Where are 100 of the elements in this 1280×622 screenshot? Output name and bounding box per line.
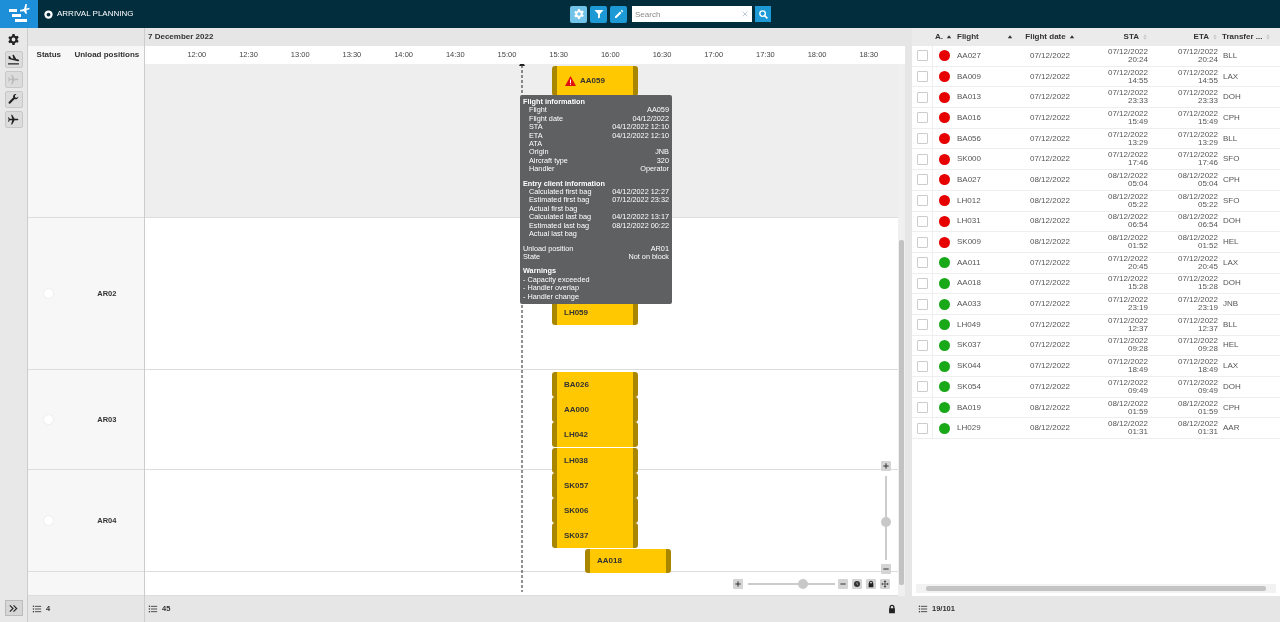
table-cell: 15:28 [1197, 283, 1218, 292]
table-cell: 18:49 [1197, 366, 1218, 375]
checkbox[interactable] [916, 339, 928, 351]
flight-bar[interactable]: LH042 [552, 422, 638, 447]
flight-bar[interactable]: BA026 [552, 372, 638, 397]
sidebar-tool-button[interactable] [4, 111, 23, 128]
search-icon [757, 8, 769, 20]
checkbox[interactable] [916, 153, 928, 165]
flight-bar[interactable]: LH038 [552, 448, 638, 473]
checkbox[interactable] [916, 422, 928, 434]
column-header[interactable]: A. [935, 31, 943, 43]
column-header[interactable]: Transfer ... [1222, 31, 1263, 43]
table-cell: 07/12/2022 [1107, 296, 1148, 305]
minus-icon [882, 565, 890, 573]
expand-button[interactable] [4, 600, 23, 616]
checkbox[interactable] [916, 195, 928, 207]
clock-icon [853, 580, 861, 588]
table-cell: 23:19 [1127, 304, 1148, 313]
flight-label: SK006 [564, 504, 589, 517]
table-cell: 08/12/2022 [1177, 192, 1218, 201]
column-header[interactable]: Flight [957, 31, 979, 43]
table-cell: 07/12/2022 [1177, 358, 1218, 367]
table-cell: 07/12/2022 [1177, 316, 1218, 325]
checkbox[interactable] [916, 71, 928, 83]
table-cell: LH029 [957, 423, 981, 433]
edit-button[interactable] [610, 5, 627, 23]
table-cell: 07/12/2022 [1029, 339, 1070, 352]
zoom-in-button[interactable] [733, 579, 743, 589]
column-header[interactable]: ETA [1193, 31, 1209, 43]
flight-bar[interactable]: AA000 [552, 397, 638, 422]
checkbox[interactable] [916, 215, 928, 227]
checkbox[interactable] [916, 277, 928, 289]
sidebar-tool-button[interactable] [4, 51, 23, 68]
table-cell: 07/12/2022 [1177, 275, 1218, 284]
table-cell: 07/12/2022 [1029, 360, 1070, 373]
slider-thumb[interactable] [797, 579, 808, 589]
flight-label: LH059 [564, 306, 588, 319]
table-cell: 08/12/2022 [1107, 192, 1148, 201]
table-cell: JNB [1223, 299, 1239, 309]
table-cell: 23:19 [1197, 304, 1218, 313]
column-header[interactable]: STA [1123, 31, 1139, 43]
move-button[interactable] [880, 579, 890, 589]
table-cell: DOH [1223, 381, 1241, 391]
table-cell: 07/12/2022 [1029, 380, 1070, 393]
table-cell: CPH [1223, 174, 1240, 184]
column-header[interactable]: Flight date [1025, 31, 1066, 43]
checkbox[interactable] [916, 319, 928, 331]
checkbox[interactable] [916, 402, 928, 414]
zoom-in-button[interactable] [881, 461, 891, 471]
table-cell: LAX [1223, 71, 1239, 81]
table-cell: 01:52 [1197, 242, 1218, 251]
lock-button[interactable] [866, 579, 876, 589]
table-cell: BA027 [957, 174, 982, 184]
flight-label: LH042 [564, 428, 588, 441]
gear-icon [572, 8, 585, 20]
checkbox[interactable] [916, 174, 928, 186]
date-label: 7 December 2022 [148, 31, 214, 43]
horizontal-scrollbar[interactable] [916, 584, 1276, 593]
checkbox[interactable] [916, 360, 928, 372]
table-cell: 08/12/2022 [1029, 215, 1070, 228]
flight-bar[interactable]: SK006 [552, 498, 638, 523]
table-cell: 07/12/2022 [1029, 91, 1070, 104]
checkbox[interactable] [916, 133, 928, 145]
filter-button[interactable] [590, 5, 607, 23]
search-button[interactable] [755, 6, 771, 22]
table-cell: 06:54 [1197, 221, 1218, 230]
table-cell: AA027 [957, 50, 982, 60]
zoom-out-button[interactable] [881, 564, 891, 574]
slider-thumb[interactable] [881, 517, 891, 528]
settings-button[interactable] [570, 5, 587, 23]
flight-bar[interactable]: AA059 [552, 66, 638, 96]
flight-bar[interactable]: AA018 [585, 549, 671, 573]
checkbox[interactable] [916, 236, 928, 248]
table-cell: 07/12/2022 [1177, 68, 1218, 77]
flight-bar[interactable]: SK037 [552, 523, 638, 548]
filter-icon [592, 8, 605, 20]
clock-button[interactable] [852, 579, 862, 589]
table-cell: 15:49 [1127, 117, 1148, 126]
table-cell: 01:59 [1127, 407, 1148, 416]
checkbox[interactable] [916, 298, 928, 310]
flight-label: SK037 [564, 529, 589, 542]
checkbox[interactable] [916, 91, 928, 103]
checkbox[interactable] [916, 50, 928, 62]
table-cell: 09:49 [1127, 386, 1148, 395]
table-cell: 07/12/2022 [1029, 153, 1070, 166]
checkbox[interactable] [916, 112, 928, 124]
table-cell: 07/12/2022 [1177, 296, 1218, 305]
zoom-out-button[interactable] [838, 579, 848, 589]
table-cell: 13:29 [1127, 138, 1148, 147]
list-icon [148, 604, 158, 614]
plus-icon [734, 580, 742, 588]
checkbox[interactable] [916, 381, 928, 393]
table-cell: 07/12/2022 [1177, 378, 1218, 387]
table-cell: 07/12/2022 [1177, 151, 1218, 160]
table-cell: 07/12/2022 [1107, 109, 1148, 118]
flight-bar[interactable]: SK057 [552, 473, 638, 498]
table-cell: 09:49 [1197, 386, 1218, 395]
checkbox[interactable] [916, 257, 928, 269]
table-cell: 06:54 [1127, 221, 1148, 230]
sidebar-tool-button[interactable] [4, 91, 23, 108]
